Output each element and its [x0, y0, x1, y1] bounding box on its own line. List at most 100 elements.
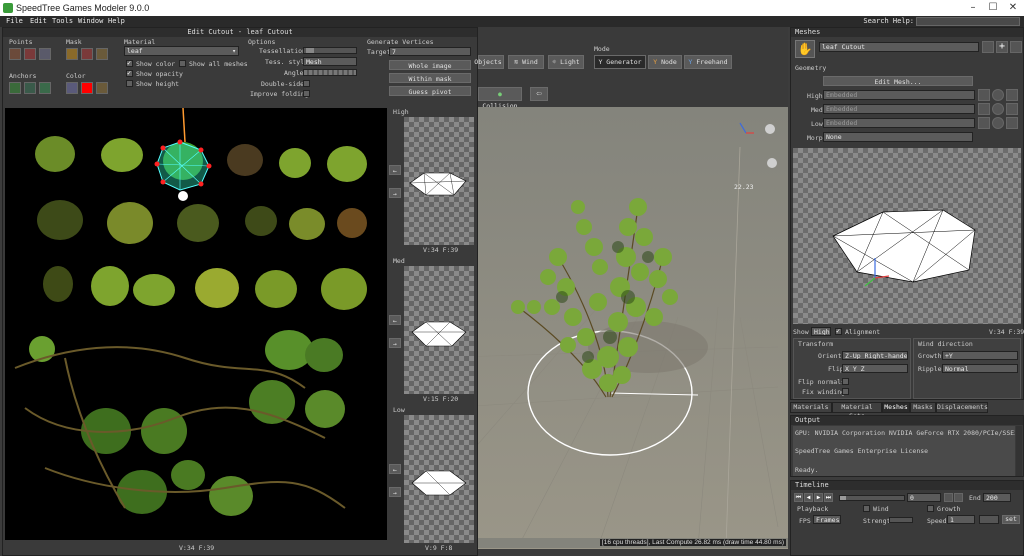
lod-low-left-arrow[interactable]: ← [389, 464, 401, 474]
wind-button[interactable]: ≋ Wind [508, 55, 544, 69]
menu-edit[interactable]: Edit [30, 17, 47, 25]
strength-slider[interactable] [889, 517, 913, 523]
show-height-checkbox[interactable] [126, 80, 133, 87]
show-all-meshes-checkbox[interactable] [179, 60, 186, 67]
mask-paint-icon[interactable] [66, 48, 78, 60]
alignment-checkbox[interactable] [835, 327, 842, 335]
guess-pivot-button[interactable]: Guess pivot [389, 86, 471, 96]
timeline-handle[interactable] [840, 496, 846, 500]
show-select[interactable]: High [811, 327, 831, 336]
whole-image-button[interactable]: Whole image [389, 60, 471, 70]
freehand-button[interactable]: Y Freehand [684, 55, 732, 69]
flip-normals-checkbox[interactable] [842, 378, 849, 385]
tab-masks[interactable]: Masks [910, 402, 936, 413]
mesh-select[interactable]: leaf Cutout [819, 42, 979, 52]
menu-help[interactable]: Help [108, 17, 125, 25]
tab-displacements[interactable]: Displacements [936, 402, 988, 413]
lod-high-right-arrow[interactable]: → [389, 188, 401, 198]
lod-med-right-arrow[interactable]: → [389, 338, 401, 348]
mesh-add-icon[interactable]: + [996, 41, 1008, 53]
mask-clear-icon[interactable] [96, 48, 108, 60]
edit-mesh-button[interactable]: Edit Mesh... [823, 76, 973, 86]
axis-gizmo[interactable] [739, 122, 777, 168]
show-opacity-checkbox[interactable] [126, 69, 133, 77]
collision-button[interactable]: ● Collision [478, 87, 522, 110]
minimize-icon[interactable]: – [966, 2, 980, 14]
set-button[interactable]: set [1002, 515, 1020, 524]
end-field[interactable]: 200 [983, 493, 1011, 502]
set-start-icon[interactable] [944, 493, 953, 502]
tab-materials[interactable]: Materials [790, 402, 832, 413]
wind-checkbox[interactable] [863, 505, 870, 512]
growth-checkbox[interactable] [927, 505, 934, 512]
close-icon[interactable]: ✕ [1006, 2, 1020, 14]
search-help-input[interactable] [916, 17, 1020, 26]
lod-low-right-arrow[interactable]: → [389, 487, 401, 497]
3d-viewport[interactable]: 22.23 [478, 107, 788, 549]
clear-anchor-icon[interactable] [39, 82, 51, 94]
fix-winding-checkbox[interactable] [842, 388, 849, 395]
add-anchor-icon[interactable] [9, 82, 21, 94]
mesh-delete-icon[interactable] [1010, 41, 1022, 53]
lod-high-left-arrow[interactable]: ← [389, 165, 401, 175]
set-end-icon[interactable] [954, 493, 963, 502]
remove-anchor-icon[interactable] [24, 82, 36, 94]
clear-points-icon[interactable] [39, 48, 51, 60]
back-arrow-button[interactable]: ⇦ [530, 87, 548, 101]
angle-slider[interactable] [303, 69, 357, 76]
morph-select[interactable]: None [823, 132, 973, 142]
tessellation-slider[interactable] [303, 47, 357, 54]
tab-meshes[interactable]: Meshes [882, 402, 910, 413]
color-swatch[interactable] [81, 82, 93, 94]
remove-point-icon[interactable] [24, 48, 36, 60]
lod-low-browse-icon[interactable] [978, 117, 990, 129]
play-icon[interactable]: ▶ [814, 493, 823, 502]
show-color-checkbox[interactable] [126, 59, 133, 67]
tessellation-handle[interactable] [306, 48, 314, 53]
orient-select[interactable]: Z-Up Right-handed [842, 351, 908, 360]
material-select[interactable]: leaf ▾ [124, 46, 239, 56]
mask-erase-icon[interactable] [81, 48, 93, 60]
color-reset-icon[interactable] [96, 82, 108, 94]
light-button[interactable]: ☼ Light [548, 55, 584, 69]
lod-low-field[interactable]: Embedded [823, 118, 975, 128]
double-sided-checkbox[interactable] [303, 80, 310, 87]
speed-field[interactable]: 1 [947, 515, 975, 524]
output-log[interactable]: GPU: NVIDIA Corporation NVIDIA GeForce R… [793, 426, 1015, 476]
objects-button[interactable]: Objects [474, 55, 504, 69]
first-frame-icon[interactable]: ⏮ [794, 493, 803, 502]
node-button[interactable]: Y Node [648, 55, 682, 69]
menu-tools[interactable]: Tools [52, 17, 73, 25]
lod-med-field[interactable]: Embedded [823, 104, 975, 114]
speed-curve-icon[interactable] [979, 515, 999, 524]
next-frame-icon[interactable]: ⏭ [824, 493, 833, 502]
cutout-hull[interactable] [154, 108, 212, 201]
lod-med-left-arrow[interactable]: ← [389, 315, 401, 325]
generator-button[interactable]: Y Generator [594, 55, 646, 69]
lod-med-refresh-icon[interactable] [992, 103, 1004, 115]
mesh-options-icon[interactable] [982, 41, 994, 53]
lod-med-edit-icon[interactable] [1006, 103, 1018, 115]
prev-frame-icon[interactable]: ◀ [804, 493, 813, 502]
ripple-select[interactable]: Normal [942, 364, 1018, 373]
improve-folding-checkbox[interactable] [303, 90, 310, 97]
lod-high-field[interactable]: Embedded [823, 90, 975, 100]
lod-high-browse-icon[interactable] [978, 89, 990, 101]
fps-select[interactable]: Frames [813, 515, 841, 524]
frame-field[interactable]: 0 [907, 493, 941, 502]
lod-low-edit-icon[interactable] [1006, 117, 1018, 129]
lod-low-refresh-icon[interactable] [992, 117, 1004, 129]
add-point-icon[interactable] [9, 48, 21, 60]
cutout-canvas[interactable] [5, 108, 387, 540]
output-scrollbar[interactable] [1016, 426, 1022, 476]
timeline-slider[interactable] [839, 495, 905, 501]
lod-high-refresh-icon[interactable] [992, 89, 1004, 101]
tab-material-sets[interactable]: Material Sets [832, 402, 882, 420]
color-pick-icon[interactable] [66, 82, 78, 94]
lod-med-browse-icon[interactable] [978, 103, 990, 115]
menu-window[interactable]: Window [78, 17, 103, 25]
lod-high-edit-icon[interactable] [1006, 89, 1018, 101]
growth-select[interactable]: +Y [942, 351, 1018, 360]
within-mask-button[interactable]: Within mask [389, 73, 471, 83]
flip-select[interactable]: X Y Z [842, 364, 908, 373]
